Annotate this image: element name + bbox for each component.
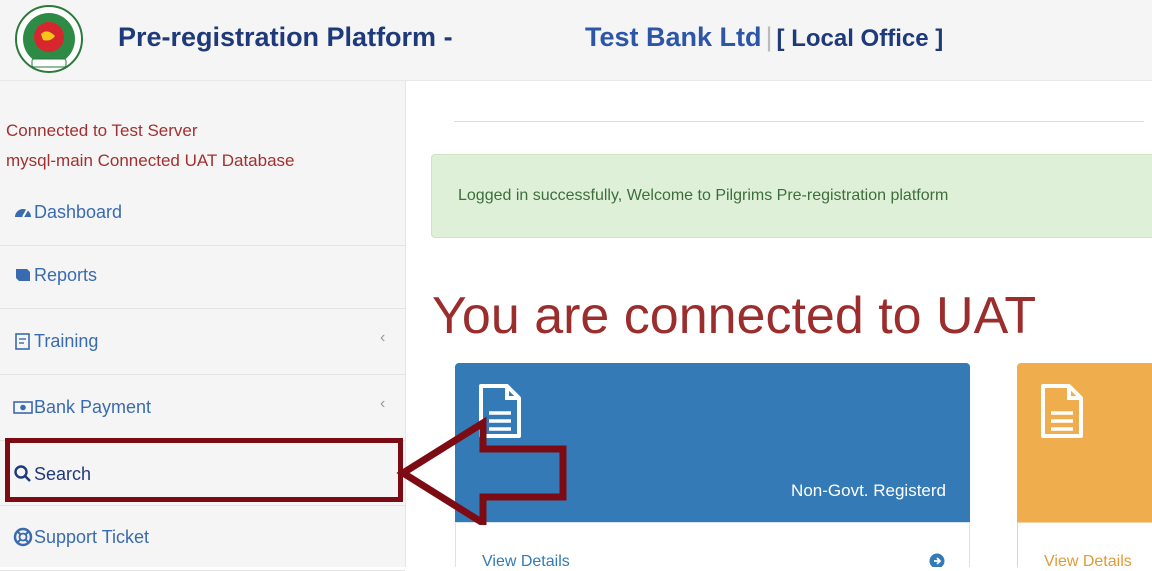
arrow-circle-right-icon xyxy=(929,553,945,567)
view-details-link[interactable]: View Details xyxy=(455,522,970,567)
dashboard-icon xyxy=(15,209,31,218)
alert-message: Logged in successfully, Welcome to Pilgr… xyxy=(458,187,949,204)
title-divider: | xyxy=(765,22,773,52)
book-icon xyxy=(16,269,30,281)
annotation-arrow-icon xyxy=(396,416,567,525)
sidebar-item-label: Training xyxy=(34,331,99,351)
view-details-label: View Details xyxy=(482,553,570,567)
server-status: Connected to Test Server xyxy=(6,121,198,140)
sidebar-item-label: Dashboard xyxy=(34,202,123,222)
search-highlight-box xyxy=(5,438,403,502)
platform-title: Pre-registration Platform - xyxy=(118,22,453,52)
training-icon xyxy=(15,333,30,350)
view-details-label: View Details xyxy=(1044,553,1132,567)
document-icon xyxy=(1041,384,1083,438)
top-header: Pre-registration Platform - Test Bank Lt… xyxy=(0,0,1152,81)
sidebar-item-label: Bank Payment xyxy=(34,397,152,417)
sidebar-item-label: Support Ticket xyxy=(34,527,150,547)
office-label: [ Local Office ] xyxy=(776,25,944,52)
sidebar-item-dashboard[interactable]: Dashboard xyxy=(0,180,405,246)
sidebar-item-support-ticket[interactable]: Support Ticket xyxy=(0,505,405,571)
bank-name: Test Bank Ltd xyxy=(585,22,762,52)
content-divider xyxy=(454,121,1144,122)
success-alert: Logged in successfully, Welcome to Pilgr… xyxy=(431,154,1152,238)
view-details-link[interactable]: View Details xyxy=(1017,522,1152,567)
database-status: mysql-main Connected UAT Database xyxy=(6,151,295,170)
chevron-left-icon: ‹ xyxy=(380,395,386,412)
government-seal-logo xyxy=(15,5,83,73)
registration-card-secondary: View Details xyxy=(1017,363,1152,567)
lifebuoy-icon xyxy=(13,527,33,547)
environment-heading: You are connected to UAT xyxy=(432,287,1037,345)
chevron-left-icon: ‹ xyxy=(380,329,386,346)
sidebar-item-training[interactable]: Training ‹ xyxy=(0,309,405,375)
sidebar-item-reports[interactable]: Reports xyxy=(0,243,405,309)
bank-title: Test Bank Ltd |[ Local Office ] xyxy=(585,22,943,53)
card-label: Non-Govt. Registerd xyxy=(791,481,946,500)
sidebar-item-label: Reports xyxy=(34,265,98,285)
sidebar-item-bank-payment[interactable]: Bank Payment ‹ xyxy=(0,375,405,441)
money-icon xyxy=(13,401,33,414)
